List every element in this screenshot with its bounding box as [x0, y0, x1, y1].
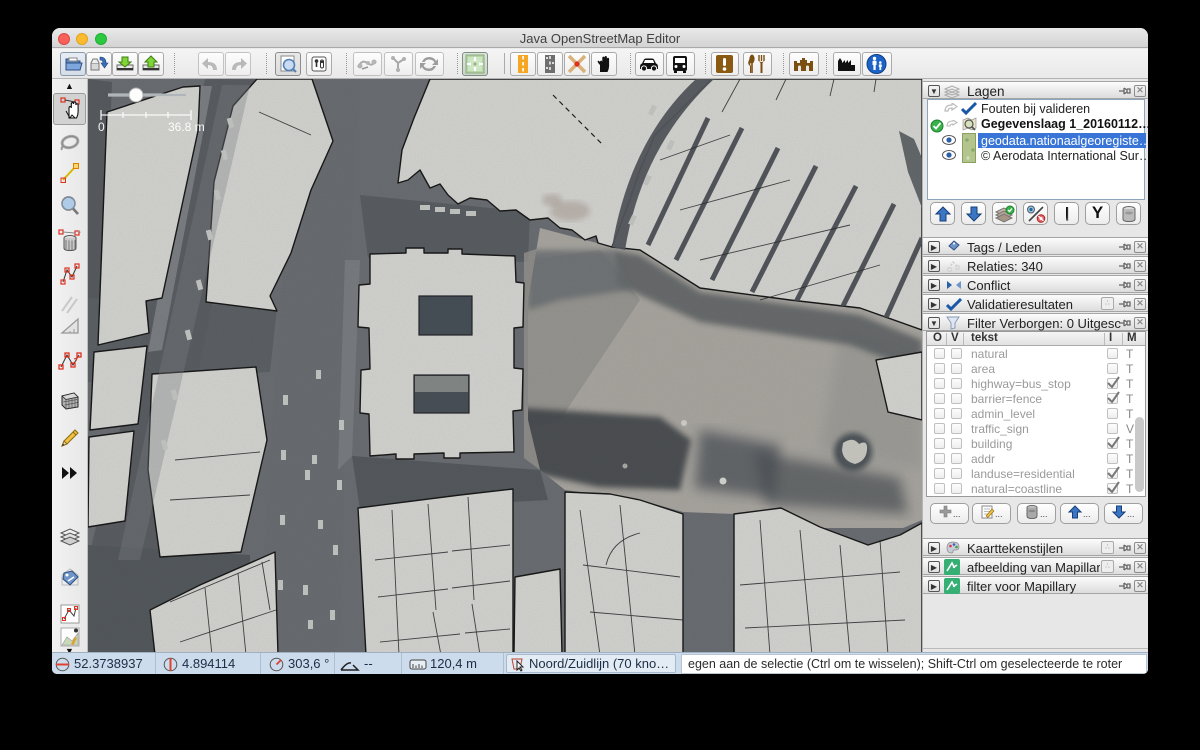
svg-text:...: ... [1040, 509, 1048, 519]
svg-text:...: ... [995, 509, 1003, 519]
svg-text:...: ... [953, 509, 961, 519]
svg-text:...: ... [1127, 509, 1135, 519]
svg-text:36.8 m: 36.8 m [168, 120, 205, 134]
svg-text:0: 0 [98, 120, 105, 134]
svg-text:...: ... [1083, 509, 1091, 519]
